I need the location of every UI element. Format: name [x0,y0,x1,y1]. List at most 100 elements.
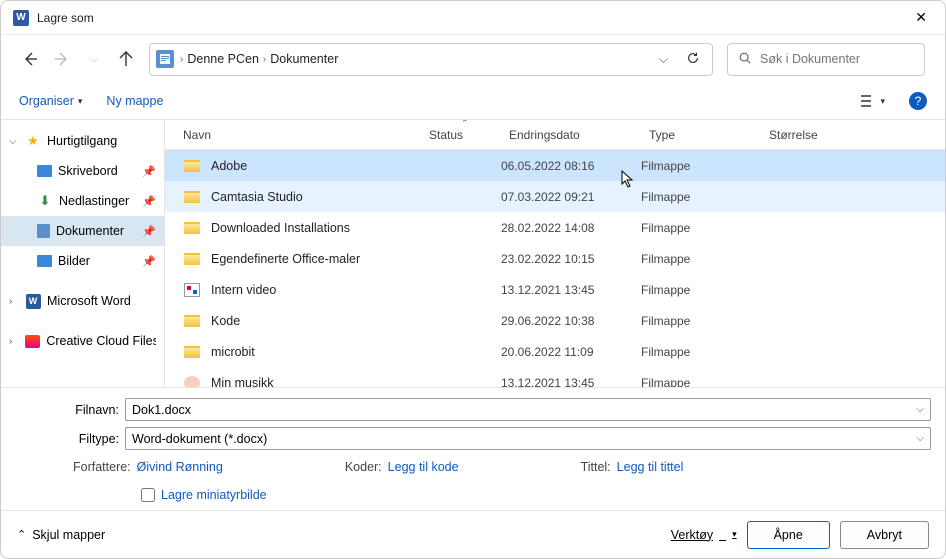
view-options-button[interactable]: ▾ [860,94,885,108]
toolbar: Organiser ▾ Ny mappe ▾ ? [1,83,945,119]
folder-icon [183,221,201,235]
save-form: Filnavn: Dok1.docx ⌵ Filtype: Word-dokum… [1,387,945,510]
folder-icon [183,252,201,266]
tools-dropdown[interactable]: Verktøy ▾ [671,528,737,542]
pin-icon: 📌 [142,255,156,268]
help-button[interactable]: ? [909,92,927,110]
window-title: Lagre som [37,11,94,25]
sidebar-word[interactable]: › W Microsoft Word [1,286,164,316]
chevron-down-icon[interactable]: ⌵ [916,404,924,415]
recent-dropdown[interactable]: ⌵ [85,50,103,68]
column-type[interactable]: Type [645,128,765,142]
file-type: Filmappe [637,345,757,359]
thumbnail-label[interactable]: Lagre miniatyrbilde [161,488,267,502]
nav-bar: ⌵ › Denne PCen › Dokumenter ⌵ [1,35,945,83]
file-row[interactable]: Min musikk 13.12.2021 13:45Filmappe [165,367,945,387]
hide-folders-button[interactable]: ⌃ Skjul mapper [17,528,105,542]
sidebar-documents[interactable]: Dokumenter 📌 [1,216,164,246]
sidebar-downloads[interactable]: ⬇ Nedlastinger 📌 [1,186,164,216]
file-type: Filmappe [637,221,757,235]
file-date: 13.12.2021 13:45 [497,376,637,388]
file-date: 29.06.2022 10:38 [497,314,637,328]
tags-value[interactable]: Legg til kode [388,460,459,474]
new-folder-button[interactable]: Ny mappe [106,94,163,108]
folder-icon [183,345,201,359]
file-row[interactable]: Kode29.06.2022 10:38Filmappe [165,305,945,336]
up-button[interactable] [117,50,135,68]
file-name: Downloaded Installations [211,221,350,235]
close-button[interactable]: ✕ [909,3,933,32]
document-icon [37,224,50,238]
forward-button[interactable] [53,50,71,68]
column-name[interactable]: Navn [179,128,425,142]
breadcrumb[interactable]: › Denne PCen › Dokumenter [180,52,338,66]
open-button[interactable]: Åpne [747,521,830,549]
file-date: 06.05.2022 08:16 [497,159,637,173]
file-area: ⌃ Navn Status Endringsdato Type Størrels… [165,120,945,387]
filename-label: Filnavn: [15,403,125,417]
file-type: Filmappe [637,314,757,328]
file-row[interactable]: Downloaded Installations 28.02.2022 14:08… [165,212,945,243]
picture-icon [37,255,52,267]
address-bar[interactable]: › Denne PCen › Dokumenter ⌵ [149,43,713,76]
folder-icon [183,376,201,388]
chevron-down-icon: ⌵ [9,136,19,147]
footer: ⌃ Skjul mapper Verktøy ▾ Åpne Avbryt [1,510,945,558]
tags-label: Koder: [345,460,382,474]
address-dropdown[interactable]: ⌵ [653,52,674,67]
authors-label: Forfattere: [73,460,131,474]
file-type: Filmappe [637,252,757,266]
file-type: Filmappe [637,283,757,297]
sidebar-desktop[interactable]: Skrivebord 📌 [1,156,164,186]
file-date: 20.06.2022 11:09 [497,345,637,359]
location-icon [156,50,174,68]
search-input[interactable] [760,52,921,66]
creative-cloud-icon [25,333,41,349]
title-value[interactable]: Legg til tittel [617,460,684,474]
file-row[interactable]: microbit20.06.2022 11:09Filmappe [165,336,945,367]
file-date: 28.02.2022 14:08 [497,221,637,235]
back-button[interactable] [21,50,39,68]
authors-value[interactable]: Øivind Rønning [137,460,223,474]
file-name: Camtasia Studio [211,190,303,204]
column-size[interactable]: Størrelse [765,128,865,142]
pin-icon: 📌 [142,165,156,178]
file-type: Filmappe [637,376,757,388]
file-row[interactable]: Camtasia Studio07.03.2022 09:21Filmappe [165,181,945,212]
file-name: Adobe [211,159,247,173]
sidebar-quick-access[interactable]: ⌵ ★ Hurtigtilgang [1,126,164,156]
file-type: Filmappe [637,159,757,173]
breadcrumb-folder[interactable]: Dokumenter [270,52,338,66]
file-row[interactable]: Adobe 06.05.2022 08:16Filmappe [165,150,945,181]
breadcrumb-root[interactable]: Denne PCen [187,52,259,66]
download-icon: ⬇ [37,193,53,209]
word-icon: W [13,10,29,26]
file-name: Min musikk [211,376,274,388]
chevron-right-icon: › [9,336,19,347]
organize-button[interactable]: Organiser ▾ [19,94,82,108]
filename-input[interactable]: Dok1.docx ⌵ [125,398,931,421]
file-list[interactable]: Adobe06.05.2022 08:16FilmappeCamtasia St… [165,150,945,387]
file-row[interactable]: Intern video13.12.2021 13:45Filmappe [165,274,945,305]
sort-indicator-icon: ⌃ [461,120,469,129]
file-row[interactable]: Egendefinerte Office-maler23.02.2022 10:… [165,243,945,274]
column-date[interactable]: Endringsdato [505,128,645,142]
sidebar-pictures[interactable]: Bilder 📌 [1,246,164,276]
column-status[interactable]: Status [425,128,505,142]
search-icon [738,51,752,68]
filetype-select[interactable]: Word-dokument (*.docx) ⌵ [125,427,931,450]
folder-icon [183,159,201,173]
filetype-label: Filtype: [15,432,125,446]
cancel-button[interactable]: Avbryt [840,521,929,549]
chevron-down-icon[interactable]: ⌵ [916,433,924,444]
column-headers: ⌃ Navn Status Endringsdato Type Størrels… [165,120,945,150]
sidebar-creative-cloud[interactable]: › Creative Cloud Files [1,326,164,356]
file-date: 13.12.2021 13:45 [497,283,637,297]
refresh-button[interactable] [680,51,706,68]
file-date: 23.02.2022 10:15 [497,252,637,266]
thumbnail-checkbox[interactable] [141,488,155,502]
title-label: Tittel: [581,460,611,474]
search-box[interactable] [727,43,925,76]
chevron-up-icon: ⌃ [17,528,26,541]
folder-icon [183,283,201,297]
